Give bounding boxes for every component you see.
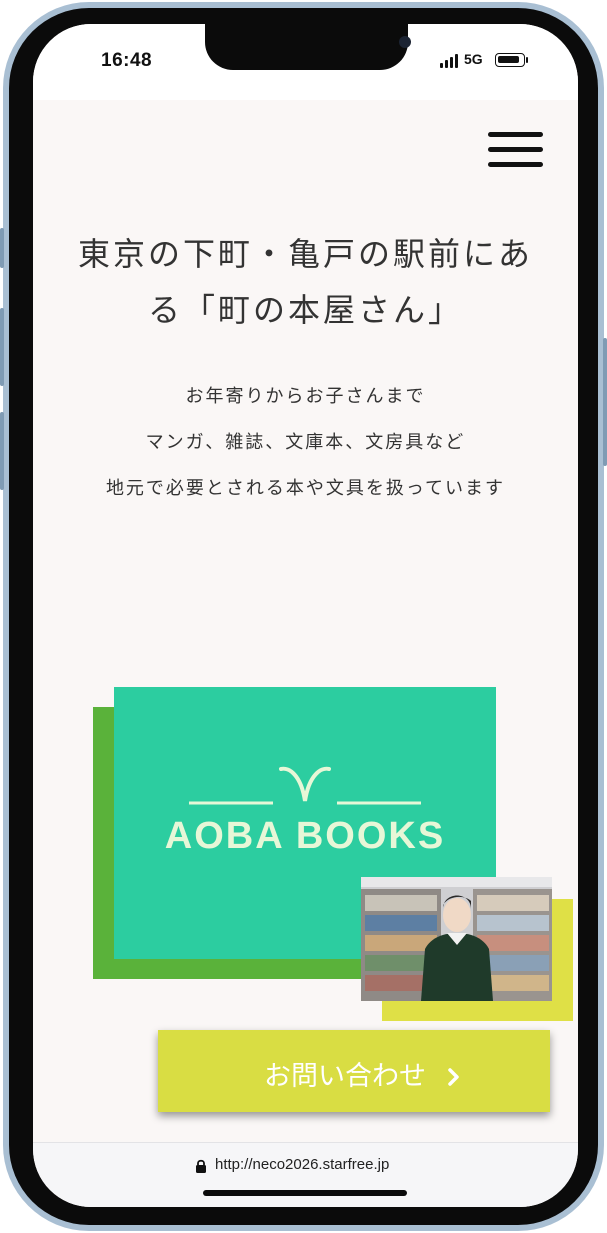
volume-down-button xyxy=(0,412,4,490)
headline-line-1: 東京の下町・亀戸の駅前にあ xyxy=(77,235,533,273)
signal-icon xyxy=(440,54,462,68)
contact-button[interactable]: お問い合わせ xyxy=(158,1030,550,1112)
status-time: 16:48 xyxy=(101,50,153,71)
intro-line: お年寄りからお子さんまで xyxy=(185,386,426,407)
url-text[interactable]: http://neco2026.starfree.jp xyxy=(215,1156,389,1173)
front-camera xyxy=(399,36,411,48)
power-button xyxy=(603,338,607,466)
notch xyxy=(205,24,411,70)
logo-text: AOBA BOOKS xyxy=(164,815,446,857)
hamburger-menu-icon[interactable] xyxy=(488,132,543,168)
battery-icon xyxy=(495,53,525,67)
home-indicator[interactable] xyxy=(203,1190,407,1196)
logo-leaf-mark-icon xyxy=(189,766,421,805)
contact-button-label: お問い合わせ xyxy=(264,1061,426,1092)
staff-photo xyxy=(361,877,552,1001)
volume-up-button xyxy=(0,308,4,386)
intro-line: 地元で必要とされる本や文具を扱っています xyxy=(105,478,506,499)
intro-text: お年寄りからお子さんまで マンガ、雑誌、文庫本、文房具など 地元で必要とされる本… xyxy=(33,374,578,512)
battery-tip xyxy=(526,57,528,63)
intro-line: マンガ、雑誌、文庫本、文房具など xyxy=(145,432,466,453)
lock-icon xyxy=(196,1159,206,1173)
chevron-right-icon xyxy=(448,1068,459,1086)
hero-headline: 東京の下町・亀戸の駅前にあ る「町の本屋さん」 xyxy=(33,226,578,338)
network-label: 5G xyxy=(464,51,483,67)
screen: 16:48 5G 東京の下町・亀戸の駅前にあ る「町の本屋さん」 お年寄りからお… xyxy=(33,24,578,1207)
mute-switch xyxy=(0,228,4,268)
headline-line-2: る「町の本屋さん」 xyxy=(147,291,463,329)
browser-address-bar[interactable]: http://neco2026.starfree.jp xyxy=(33,1142,578,1207)
